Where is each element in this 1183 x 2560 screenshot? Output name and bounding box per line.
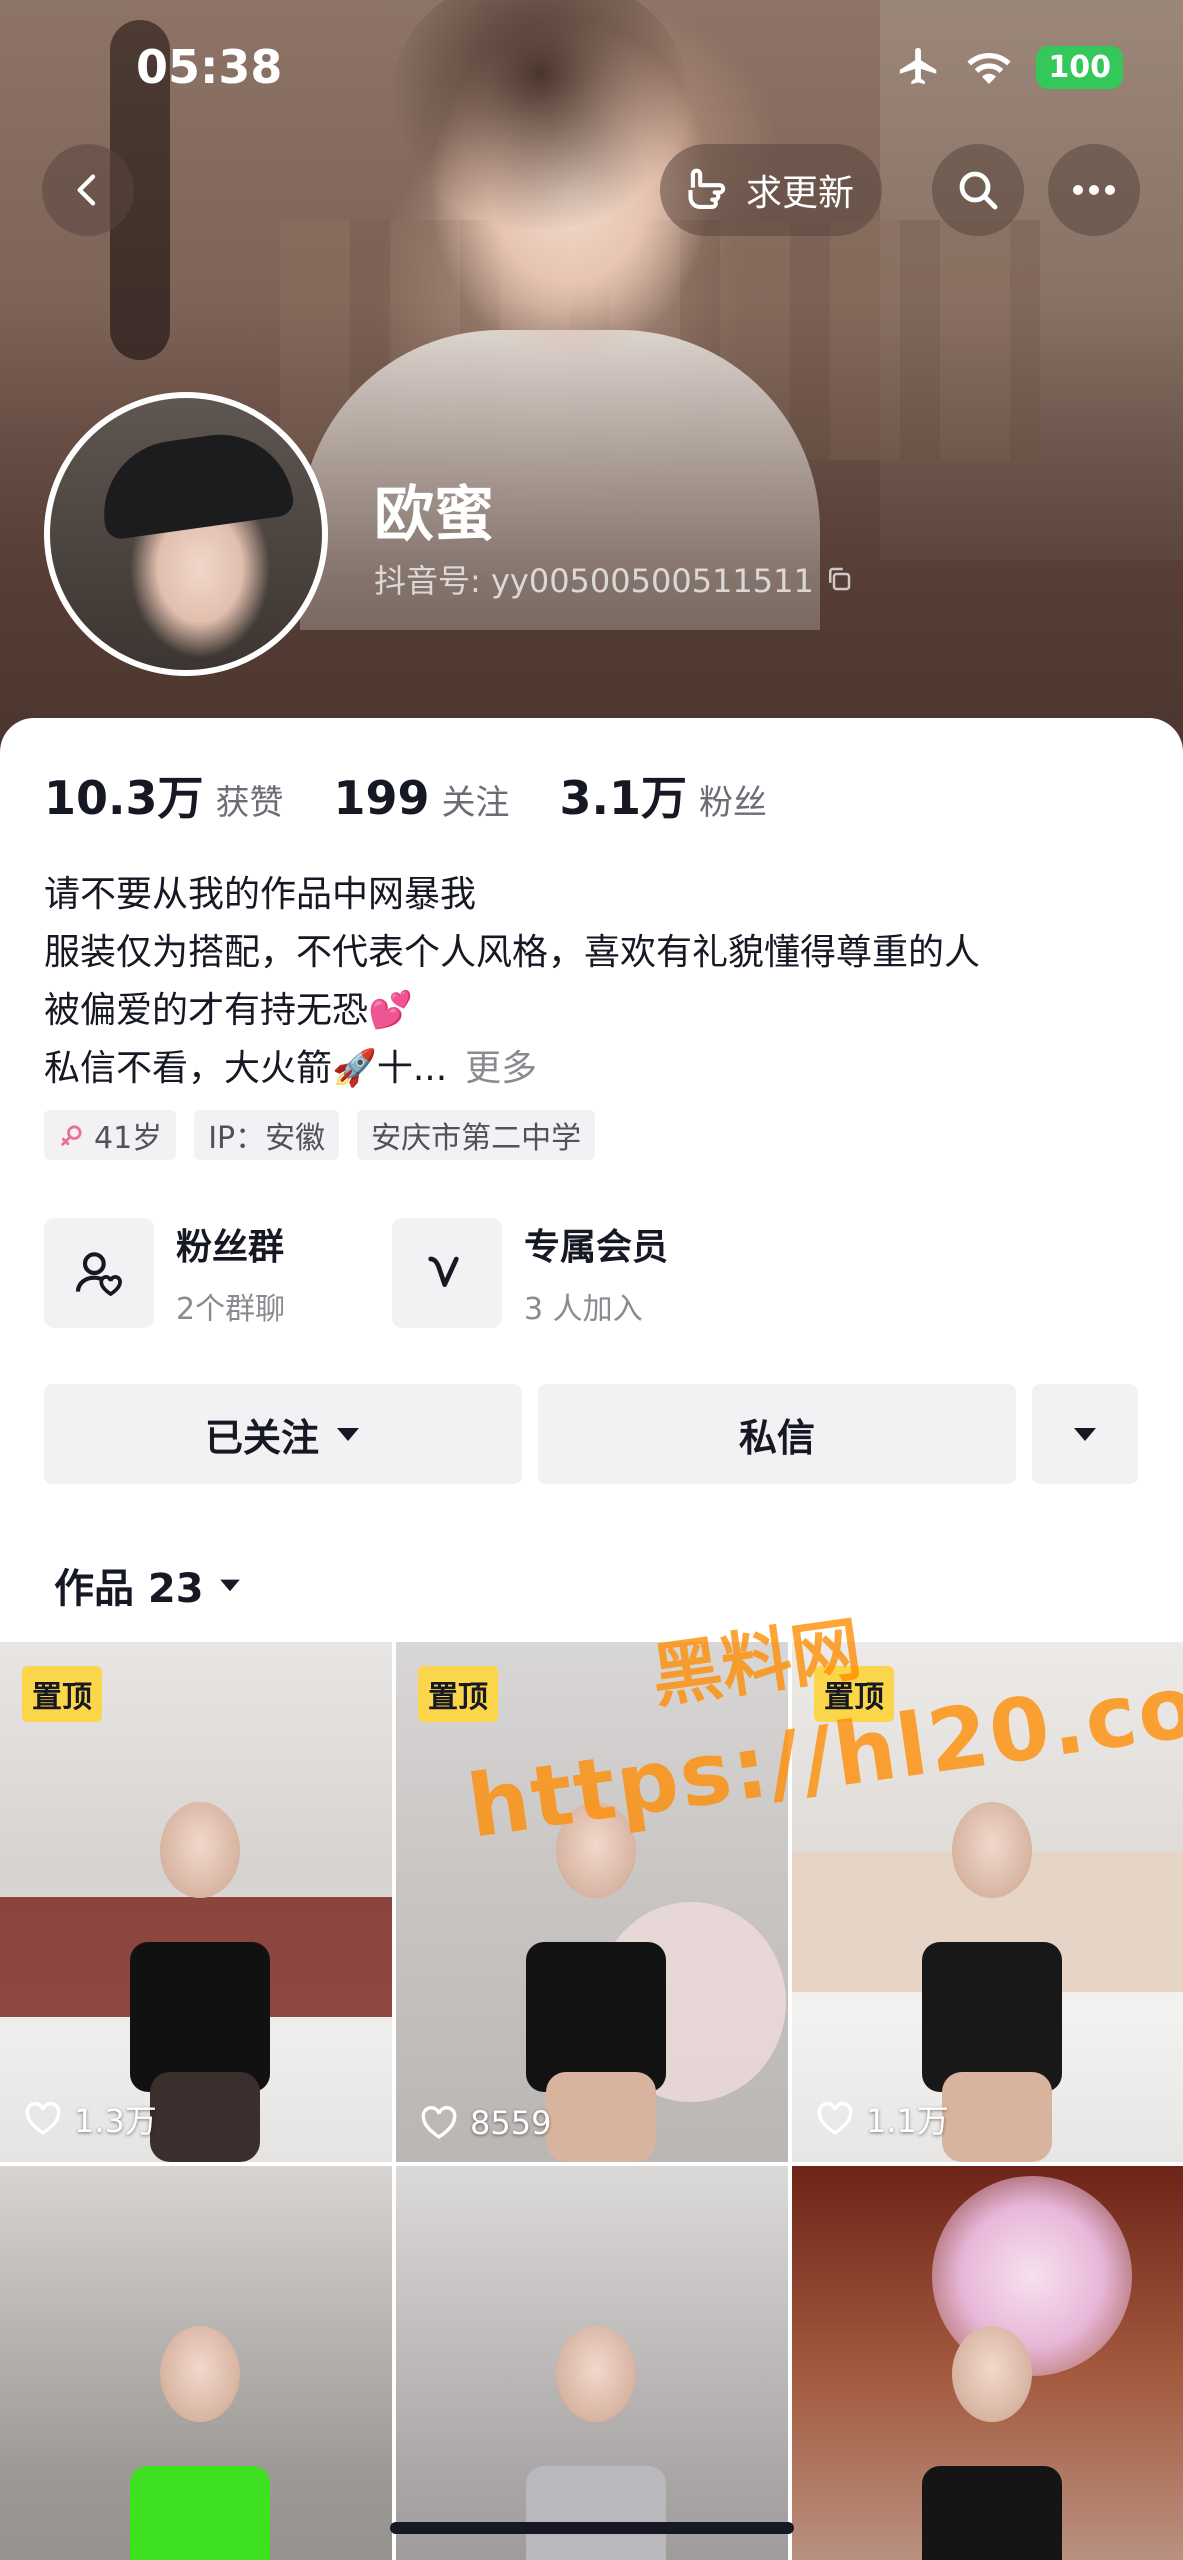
video-thumbnail[interactable]: 置顶 8559 xyxy=(396,1642,788,2162)
request-update-button[interactable]: 求更新 xyxy=(660,144,882,236)
fan-group-title: 粉丝群 xyxy=(176,1227,285,1268)
video-thumbnail[interactable] xyxy=(0,2166,392,2560)
female-icon xyxy=(61,1125,82,1146)
likes-label: 获赞 xyxy=(215,783,284,823)
bio-last-line: 私信不看，大火箭🚀十... 更多 xyxy=(44,1040,1144,1098)
bio: 请不要从我的作品中网暴我 服装仅为搭配，不代表个人风格，喜欢有礼貌懂得尊重的人 … xyxy=(44,866,1144,1098)
thumbnail-head xyxy=(952,1802,1032,1898)
thumbnail-head xyxy=(160,1802,240,1898)
thumbnail-legs xyxy=(546,2072,656,2162)
school-tag[interactable]: 安庆市第二中学 xyxy=(357,1110,596,1160)
pinned-badge: 置顶 xyxy=(418,1666,498,1722)
back-button[interactable] xyxy=(42,144,134,236)
battery-indicator: 100 xyxy=(1036,45,1123,89)
thumbnail-head xyxy=(952,2326,1032,2422)
thumbnail-dress xyxy=(922,1942,1062,2092)
video-grid: 置顶 1.3万 置顶 8559 置顶 1.1万 xyxy=(0,1642,1183,2560)
bio-line: 请不要从我的作品中网暴我 xyxy=(44,874,477,915)
recommend-toggle-button[interactable] xyxy=(1032,1384,1138,1484)
fan-group-entry[interactable]: 粉丝群 2个群聊 xyxy=(44,1218,285,1328)
search-button[interactable] xyxy=(932,144,1024,236)
heart-icon xyxy=(25,2102,61,2135)
followed-label: 已关注 xyxy=(204,1415,319,1460)
like-count: 8559 xyxy=(420,2104,551,2142)
wifi-icon xyxy=(967,53,1011,84)
video-thumbnail[interactable]: 置顶 1.3万 xyxy=(0,1642,392,2162)
thumbnail-dress xyxy=(526,1942,666,2092)
thumbnail-dress xyxy=(922,2466,1062,2560)
membership-subtitle: 3 人加入 xyxy=(524,1292,643,1327)
message-button[interactable]: 私信 xyxy=(538,1384,1016,1484)
likes-count[interactable]: 10.3万 xyxy=(44,762,204,828)
heart-icon xyxy=(817,2102,853,2135)
video-thumbnail[interactable] xyxy=(792,2166,1183,2560)
fan-group-subtitle: 2个群聊 xyxy=(176,1292,286,1327)
video-thumbnail[interactable]: 置顶 1.1万 xyxy=(792,1642,1183,2162)
like-count-text: 1.1万 xyxy=(866,2102,949,2140)
stats-row: 10.3万 获赞 199 关注 3.1万 粉丝 xyxy=(44,762,817,828)
message-label: 私信 xyxy=(738,1415,815,1460)
search-icon xyxy=(959,171,998,210)
status-icons: 100 xyxy=(896,44,1123,90)
pinned-badge: 置顶 xyxy=(22,1666,102,1722)
avatar-cap xyxy=(94,425,296,541)
status-time: 05:38 xyxy=(136,40,283,94)
bio-more-link[interactable]: 更多 xyxy=(465,1048,537,1089)
thumbnail-legs xyxy=(150,2072,260,2162)
followed-button[interactable]: 已关注 xyxy=(44,1384,522,1484)
request-update-label: 求更新 xyxy=(746,173,855,214)
thumbnail-dress xyxy=(130,2466,270,2560)
nickname: 欧蜜 xyxy=(374,480,494,550)
membership-entry[interactable]: 专属会员 3 人加入 xyxy=(392,1218,668,1328)
like-count-text: 1.3万 xyxy=(74,2102,157,2140)
douyin-id-text: 抖音号: yy00500500511511 xyxy=(374,562,814,600)
bio-line: 服装仅为搭配，不代表个人风格，喜欢有礼貌懂得尊重的人 xyxy=(44,932,981,973)
more-button[interactable] xyxy=(1048,144,1140,236)
membership-title: 专属会员 xyxy=(524,1227,669,1268)
membership-icon-box xyxy=(392,1218,502,1328)
fan-group-icon-box xyxy=(44,1218,154,1328)
fan-group-icon xyxy=(75,1252,122,1297)
avatar[interactable] xyxy=(44,392,328,676)
tab-works[interactable]: 作品 23 xyxy=(54,1556,242,1614)
copy-icon[interactable] xyxy=(824,564,854,594)
thumbnail-head xyxy=(556,1802,636,1898)
followers-label: 粉丝 xyxy=(699,783,768,823)
caret-down-icon xyxy=(1074,1428,1096,1441)
thumbnail-head xyxy=(556,2326,636,2422)
followers-count[interactable]: 3.1万 xyxy=(560,762,688,828)
works-label: 作品 23 xyxy=(54,1566,204,1612)
video-thumbnail[interactable] xyxy=(396,2166,788,2560)
caret-down-icon xyxy=(219,1579,240,1592)
caret-down-icon xyxy=(337,1428,359,1441)
thumbnail-dress xyxy=(130,1942,270,2092)
ip-tag: IP：安徽 xyxy=(194,1110,340,1160)
age-tag: 41岁 xyxy=(44,1110,177,1160)
chevron-left-icon xyxy=(77,174,96,206)
airplane-icon xyxy=(900,47,937,85)
thumbnail-dress xyxy=(526,2466,666,2560)
thumbnail-legs xyxy=(942,2072,1052,2162)
membership-v-icon xyxy=(428,1256,459,1287)
thumbnail-head xyxy=(160,2326,240,2422)
profile-tags: 41岁 IP：安徽 安庆市第二中学 xyxy=(44,1110,596,1160)
home-indicator[interactable] xyxy=(390,2522,794,2534)
age-text: 41岁 xyxy=(94,1121,163,1156)
like-count: 1.3万 xyxy=(24,2096,157,2142)
pinned-badge: 置顶 xyxy=(814,1666,894,1722)
like-count-text: 8559 xyxy=(470,2104,552,2142)
more-dots-icon xyxy=(1073,185,1115,195)
heart-icon xyxy=(421,2106,457,2139)
like-count: 1.1万 xyxy=(816,2096,949,2142)
following-label: 关注 xyxy=(441,783,510,823)
bio-line: 私信不看，大火箭🚀十... xyxy=(44,1048,448,1089)
following-count[interactable]: 199 xyxy=(334,771,430,825)
bio-line: 被偏爱的才有持无恐💕 xyxy=(44,990,413,1031)
douyin-id[interactable]: 抖音号: yy00500500511511 xyxy=(374,556,854,602)
hand-point-icon xyxy=(688,168,726,209)
